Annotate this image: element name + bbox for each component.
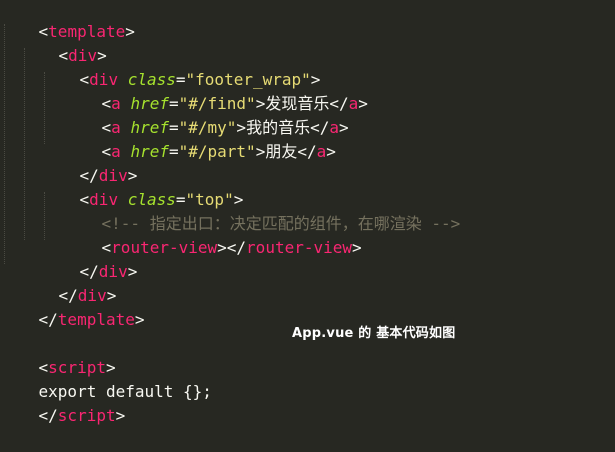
code-line: <a href="#/my">我的音乐</a>	[101, 118, 349, 137]
code-line: <div class="footer_wrap">	[79, 70, 321, 89]
code-line: </div>	[79, 166, 138, 185]
code-line: export default {};	[0, 356, 212, 401]
code-line: <!-- 指定出口：决定匹配的组件，在哪渲染 -->	[63, 188, 461, 233]
tag-name: a	[316, 142, 327, 161]
code-line: </template>	[38, 310, 145, 329]
attribute-value: "#/part"	[178, 142, 256, 161]
code-line: <div class="top">	[79, 190, 244, 209]
code-editor[interactable]: <template> <div> <div class="footer_wrap…	[0, 0, 615, 425]
code-line: </script>	[38, 406, 126, 425]
code-line: </div>	[58, 286, 117, 305]
code-line: <router-view></router-view>	[101, 238, 362, 257]
link-text: 朋友	[265, 142, 298, 161]
tag-name: script	[57, 406, 116, 425]
code-line: <a href="#/find">发现音乐</a>	[101, 94, 368, 113]
code-line: <div>	[58, 46, 107, 65]
code-line: <template>	[38, 22, 135, 41]
caption-text: App.vue 的 基本代码如图	[292, 326, 456, 341]
code-line: <script>	[38, 358, 116, 377]
tag-name: template	[57, 310, 135, 329]
code-line: </div>	[79, 262, 138, 281]
tag-name: router-view	[246, 238, 353, 257]
code-line: <a href="#/part">朋友</a>	[101, 142, 336, 161]
tag-name: a	[348, 94, 359, 113]
